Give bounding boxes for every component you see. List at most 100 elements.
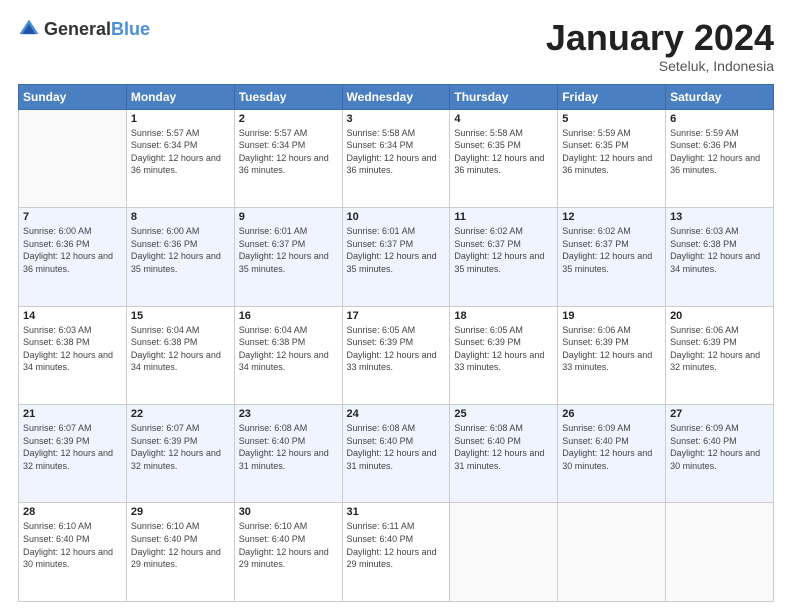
calendar-cell: 18 Sunrise: 6:05 AMSunset: 6:39 PMDayligh… <box>450 306 558 404</box>
week-row-4: 21 Sunrise: 6:07 AMSunset: 6:39 PMDayligh… <box>19 405 774 503</box>
calendar-cell: 23 Sunrise: 6:08 AMSunset: 6:40 PMDayligh… <box>234 405 342 503</box>
day-info: Sunrise: 6:02 AMSunset: 6:37 PMDaylight:… <box>562 225 661 275</box>
day-info: Sunrise: 6:10 AMSunset: 6:40 PMDaylight:… <box>131 520 230 570</box>
day-number: 13 <box>670 211 769 223</box>
day-info: Sunrise: 6:00 AMSunset: 6:36 PMDaylight:… <box>131 225 230 275</box>
calendar-cell <box>666 503 774 602</box>
day-info: Sunrise: 6:05 AMSunset: 6:39 PMDaylight:… <box>347 324 446 374</box>
day-info: Sunrise: 5:58 AMSunset: 6:34 PMDaylight:… <box>347 127 446 177</box>
day-info: Sunrise: 6:04 AMSunset: 6:38 PMDaylight:… <box>239 324 338 374</box>
calendar-cell <box>558 503 666 602</box>
day-info: Sunrise: 5:57 AMSunset: 6:34 PMDaylight:… <box>131 127 230 177</box>
day-info: Sunrise: 6:07 AMSunset: 6:39 PMDaylight:… <box>131 422 230 472</box>
col-saturday: Saturday <box>666 84 774 109</box>
calendar-cell: 1Sunrise: 5:57 AMSunset: 6:34 PMDaylight… <box>126 109 234 207</box>
title-block: January 2024 Seteluk, Indonesia <box>546 18 774 74</box>
day-number: 14 <box>23 310 122 322</box>
calendar-cell: 15Sunrise: 6:04 AMSunset: 6:38 PMDayligh… <box>126 306 234 404</box>
logo-general: General <box>44 19 111 39</box>
day-info: Sunrise: 6:05 AMSunset: 6:39 PMDaylight:… <box>454 324 553 374</box>
day-info: Sunrise: 6:01 AMSunset: 6:37 PMDaylight:… <box>347 225 446 275</box>
day-number: 19 <box>562 310 661 322</box>
day-number: 6 <box>670 113 769 125</box>
day-number: 25 <box>454 408 553 420</box>
day-number: 21 <box>23 408 122 420</box>
col-sunday: Sunday <box>19 84 127 109</box>
calendar-cell: 9 Sunrise: 6:01 AMSunset: 6:37 PMDaylight… <box>234 208 342 306</box>
day-number: 28 <box>23 506 122 518</box>
week-row-1: 1Sunrise: 5:57 AMSunset: 6:34 PMDaylight… <box>19 109 774 207</box>
calendar-cell: 28 Sunrise: 6:10 AMSunset: 6:40 PMDayligh… <box>19 503 127 602</box>
day-number: 20 <box>670 310 769 322</box>
day-number: 12 <box>562 211 661 223</box>
logo: GeneralBlue <box>18 18 150 40</box>
day-number: 31 <box>347 506 446 518</box>
day-info: Sunrise: 6:02 AMSunset: 6:37 PMDaylight:… <box>454 225 553 275</box>
day-number: 30 <box>239 506 338 518</box>
day-number: 23 <box>239 408 338 420</box>
day-number: 11 <box>454 211 553 223</box>
day-info: Sunrise: 5:57 AMSunset: 6:34 PMDaylight:… <box>239 127 338 177</box>
location-subtitle: Seteluk, Indonesia <box>546 58 774 74</box>
day-info: Sunrise: 6:10 AMSunset: 6:40 PMDaylight:… <box>239 520 338 570</box>
calendar-cell: 20 Sunrise: 6:06 AMSunset: 6:39 PMDayligh… <box>666 306 774 404</box>
day-info: Sunrise: 6:04 AMSunset: 6:38 PMDaylight:… <box>131 324 230 374</box>
calendar-cell: 27Sunrise: 6:09 AMSunset: 6:40 PMDayligh… <box>666 405 774 503</box>
day-number: 29 <box>131 506 230 518</box>
calendar-cell: 2 Sunrise: 5:57 AMSunset: 6:34 PMDaylight… <box>234 109 342 207</box>
calendar-cell: 13Sunrise: 6:03 AMSunset: 6:38 PMDayligh… <box>666 208 774 306</box>
day-info: Sunrise: 6:11 AMSunset: 6:40 PMDaylight:… <box>347 520 446 570</box>
calendar-cell: 17 Sunrise: 6:05 AMSunset: 6:39 PMDayligh… <box>342 306 450 404</box>
day-info: Sunrise: 6:10 AMSunset: 6:40 PMDaylight:… <box>23 520 122 570</box>
calendar-cell: 5Sunrise: 5:59 AMSunset: 6:35 PMDaylight… <box>558 109 666 207</box>
day-info: Sunrise: 6:01 AMSunset: 6:37 PMDaylight:… <box>239 225 338 275</box>
calendar-cell <box>450 503 558 602</box>
day-info: Sunrise: 6:09 AMSunset: 6:40 PMDaylight:… <box>562 422 661 472</box>
calendar-cell: 11 Sunrise: 6:02 AMSunset: 6:37 PMDayligh… <box>450 208 558 306</box>
calendar-cell: 12 Sunrise: 6:02 AMSunset: 6:37 PMDayligh… <box>558 208 666 306</box>
day-number: 10 <box>347 211 446 223</box>
week-row-3: 14 Sunrise: 6:03 AMSunset: 6:38 PMDayligh… <box>19 306 774 404</box>
day-info: Sunrise: 5:59 AMSunset: 6:35 PMDaylight:… <box>562 127 661 177</box>
col-friday: Friday <box>558 84 666 109</box>
day-info: Sunrise: 6:08 AMSunset: 6:40 PMDaylight:… <box>239 422 338 472</box>
calendar-cell: 7 Sunrise: 6:00 AMSunset: 6:36 PMDaylight… <box>19 208 127 306</box>
col-monday: Monday <box>126 84 234 109</box>
day-number: 17 <box>347 310 446 322</box>
calendar-cell <box>19 109 127 207</box>
day-number: 26 <box>562 408 661 420</box>
calendar-cell: 30 Sunrise: 6:10 AMSunset: 6:40 PMDayligh… <box>234 503 342 602</box>
logo-icon <box>18 18 40 40</box>
calendar-header-row: Sunday Monday Tuesday Wednesday Thursday… <box>19 84 774 109</box>
day-number: 2 <box>239 113 338 125</box>
calendar-cell: 25 Sunrise: 6:08 AMSunset: 6:40 PMDayligh… <box>450 405 558 503</box>
day-info: Sunrise: 6:00 AMSunset: 6:36 PMDaylight:… <box>23 225 122 275</box>
calendar-cell: 4Sunrise: 5:58 AMSunset: 6:35 PMDaylight… <box>450 109 558 207</box>
col-tuesday: Tuesday <box>234 84 342 109</box>
day-info: Sunrise: 6:06 AMSunset: 6:39 PMDaylight:… <box>670 324 769 374</box>
calendar-cell: 31 Sunrise: 6:11 AMSunset: 6:40 PMDayligh… <box>342 503 450 602</box>
calendar-table: Sunday Monday Tuesday Wednesday Thursday… <box>18 84 774 602</box>
day-info: Sunrise: 6:09 AMSunset: 6:40 PMDaylight:… <box>670 422 769 472</box>
calendar-cell: 24Sunrise: 6:08 AMSunset: 6:40 PMDayligh… <box>342 405 450 503</box>
day-info: Sunrise: 6:06 AMSunset: 6:39 PMDaylight:… <box>562 324 661 374</box>
day-number: 8 <box>131 211 230 223</box>
day-info: Sunrise: 6:08 AMSunset: 6:40 PMDaylight:… <box>454 422 553 472</box>
month-title: January 2024 <box>546 18 774 58</box>
logo-text: GeneralBlue <box>44 19 150 40</box>
day-number: 7 <box>23 211 122 223</box>
calendar-cell: 22 Sunrise: 6:07 AMSunset: 6:39 PMDayligh… <box>126 405 234 503</box>
day-info: Sunrise: 6:08 AMSunset: 6:40 PMDaylight:… <box>347 422 446 472</box>
day-info: Sunrise: 6:03 AMSunset: 6:38 PMDaylight:… <box>23 324 122 374</box>
col-wednesday: Wednesday <box>342 84 450 109</box>
calendar-cell: 6Sunrise: 5:59 AMSunset: 6:36 PMDaylight… <box>666 109 774 207</box>
day-number: 9 <box>239 211 338 223</box>
calendar-cell: 10 Sunrise: 6:01 AMSunset: 6:37 PMDayligh… <box>342 208 450 306</box>
day-info: Sunrise: 5:58 AMSunset: 6:35 PMDaylight:… <box>454 127 553 177</box>
week-row-2: 7 Sunrise: 6:00 AMSunset: 6:36 PMDaylight… <box>19 208 774 306</box>
day-number: 22 <box>131 408 230 420</box>
day-number: 18 <box>454 310 553 322</box>
logo-blue: Blue <box>111 19 150 39</box>
calendar-cell: 29 Sunrise: 6:10 AMSunset: 6:40 PMDayligh… <box>126 503 234 602</box>
calendar-cell: 19 Sunrise: 6:06 AMSunset: 6:39 PMDayligh… <box>558 306 666 404</box>
